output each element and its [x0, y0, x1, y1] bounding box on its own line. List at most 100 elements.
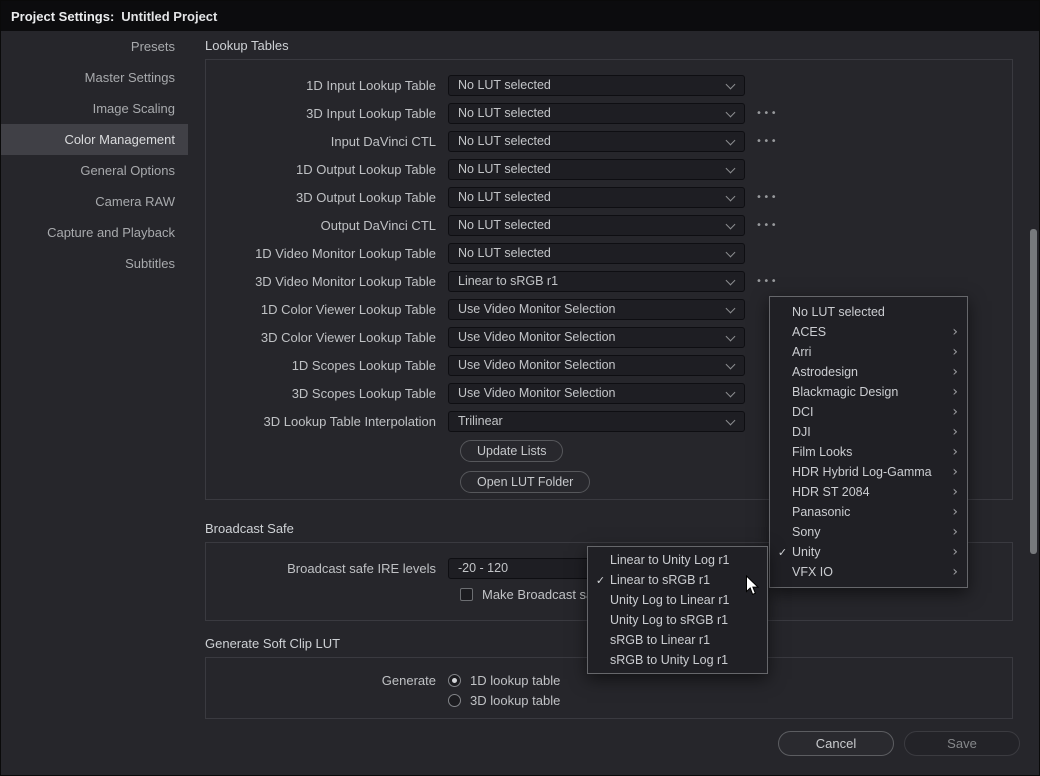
lut-submenu-item[interactable]: ✓ Linear to sRGB r1 [588, 570, 767, 590]
lut-menu-item[interactable]: ✓ Panasonic › [770, 502, 967, 522]
lut-menu-item-label: VFX IO [792, 565, 952, 579]
more-options-icon[interactable]: ••• [756, 136, 778, 147]
lut-context-menu: ✓ No LUT selected › ✓ ACES › ✓ Arri › ✓ … [769, 296, 968, 588]
more-options-icon[interactable]: ••• [756, 276, 778, 287]
sidebar-item[interactable]: Camera RAW [1, 186, 188, 217]
more-options-icon[interactable]: ••• [756, 220, 778, 231]
lut-select[interactable]: No LUT selected [448, 103, 745, 124]
sidebar-item[interactable]: General Options [1, 155, 188, 186]
lut-row: 3D Output Lookup Table No LUT selected •… [206, 183, 1012, 211]
chevron-down-icon [726, 305, 735, 314]
chevron-down-icon [726, 249, 735, 258]
lut-menu-item-label: Unity [792, 545, 952, 559]
lut-select[interactable]: Trilinear [448, 411, 745, 432]
section-title-generate-soft-clip-lut: Generate Soft Clip LUT [205, 636, 340, 651]
lut-row-label: 1D Input Lookup Table [206, 78, 448, 93]
lut-submenu: ✓ Linear to Unity Log r1 ✓ Linear to sRG… [587, 546, 768, 674]
radio-option[interactable]: 1D lookup table [448, 673, 560, 688]
make-broadcast-safe-label: Make Broadcast safe [482, 587, 604, 602]
open-lut-folder-button[interactable]: Open LUT Folder [460, 471, 590, 493]
lut-menu-item-label: Sony [792, 525, 952, 539]
sidebar-item[interactable]: Capture and Playback [1, 217, 188, 248]
lut-submenu-item-label: Linear to sRGB r1 [610, 573, 767, 587]
lut-row-label: 1D Video Monitor Lookup Table [206, 246, 448, 261]
lut-submenu-item[interactable]: ✓ Unity Log to sRGB r1 [588, 610, 767, 630]
radio-option[interactable]: 3D lookup table [448, 693, 560, 708]
chevron-right-icon: › [952, 445, 958, 459]
lut-submenu-item[interactable]: ✓ Linear to Unity Log r1 [588, 550, 767, 570]
chevron-down-icon [726, 389, 735, 398]
settings-sidebar: Presets Master Settings Image Scaling Co… [1, 31, 188, 775]
lut-select-value: Trilinear [458, 414, 726, 428]
window-title: Project Settings: [11, 9, 114, 24]
lut-select[interactable]: No LUT selected [448, 243, 745, 264]
lut-menu-item-label: HDR ST 2084 [792, 485, 952, 499]
lut-menu-item[interactable]: ✓ ACES › [770, 322, 967, 342]
chevron-down-icon [726, 193, 735, 202]
chevron-right-icon: › [952, 465, 958, 479]
lut-select[interactable]: Use Video Monitor Selection [448, 383, 745, 404]
make-broadcast-safe-checkbox[interactable] [460, 588, 473, 601]
lut-menu-item[interactable]: ✓ Sony › [770, 522, 967, 542]
sidebar-item-label: Camera RAW [95, 194, 175, 209]
lut-select-value: No LUT selected [458, 78, 726, 92]
check-icon: ✓ [775, 546, 790, 559]
lut-row-label: 3D Lookup Table Interpolation [206, 414, 448, 429]
update-lists-button[interactable]: Update Lists [460, 440, 563, 462]
sidebar-item-label: Subtitles [125, 256, 175, 271]
lut-menu-item[interactable]: ✓ Film Looks › [770, 442, 967, 462]
chevron-down-icon [726, 165, 735, 174]
lut-select[interactable]: Use Video Monitor Selection [448, 299, 745, 320]
lut-select[interactable]: No LUT selected [448, 187, 745, 208]
lut-menu-item[interactable]: ✓ HDR Hybrid Log-Gamma › [770, 462, 967, 482]
lut-menu-item[interactable]: ✓ DJI › [770, 422, 967, 442]
lut-select[interactable]: Linear to sRGB r1 [448, 271, 745, 292]
chevron-right-icon: › [952, 345, 958, 359]
lut-menu-item[interactable]: ✓ Blackmagic Design › [770, 382, 967, 402]
lut-menu-item[interactable]: ✓ Unity › [770, 542, 967, 562]
sidebar-item[interactable]: Color Management [1, 124, 188, 155]
lut-select[interactable]: No LUT selected [448, 159, 745, 180]
chevron-down-icon [726, 361, 735, 370]
lut-select[interactable]: Use Video Monitor Selection [448, 327, 745, 348]
lut-select[interactable]: No LUT selected [448, 75, 745, 96]
lut-select[interactable]: No LUT selected [448, 131, 745, 152]
lut-menu-item[interactable]: ✓ HDR ST 2084 › [770, 482, 967, 502]
lut-select-value: Linear to sRGB r1 [458, 274, 726, 288]
scrollbar[interactable] [1030, 229, 1037, 554]
generate-label: Generate [206, 673, 448, 688]
title-bar: Project Settings: Untitled Project [1, 1, 1039, 31]
lut-row: 3D Input Lookup Table No LUT selected ••… [206, 99, 1012, 127]
save-button[interactable]: Save [904, 731, 1020, 756]
chevron-down-icon [726, 109, 735, 118]
check-icon: ✓ [593, 574, 608, 587]
lut-select[interactable]: Use Video Monitor Selection [448, 355, 745, 376]
lut-row: 1D Input Lookup Table No LUT selected ••… [206, 71, 1012, 99]
lut-submenu-item[interactable]: ✓ Unity Log to Linear r1 [588, 590, 767, 610]
lut-row: Input DaVinci CTL No LUT selected ••• [206, 127, 1012, 155]
chevron-right-icon: › [952, 425, 958, 439]
sidebar-item[interactable]: Presets [1, 31, 188, 62]
lut-menu-item[interactable]: ✓ Arri › [770, 342, 967, 362]
lut-menu-item[interactable]: ✓ DCI › [770, 402, 967, 422]
lut-select-value: No LUT selected [458, 134, 726, 148]
sidebar-item-label: Capture and Playback [47, 225, 175, 240]
lut-menu-item[interactable]: ✓ VFX IO › [770, 562, 967, 582]
lut-submenu-item-label: sRGB to Linear r1 [610, 633, 767, 647]
chevron-right-icon: › [952, 565, 958, 579]
cancel-button[interactable]: Cancel [778, 731, 894, 756]
lut-menu-item[interactable]: ✓ Astrodesign › [770, 362, 967, 382]
chevron-right-icon: › [952, 365, 958, 379]
chevron-right-icon: › [952, 485, 958, 499]
sidebar-item[interactable]: Subtitles [1, 248, 188, 279]
lut-row: Output DaVinci CTL No LUT selected ••• [206, 211, 1012, 239]
more-options-icon[interactable]: ••• [756, 108, 778, 119]
lut-select[interactable]: No LUT selected [448, 215, 745, 236]
lut-menu-item[interactable]: ✓ No LUT selected › [770, 302, 967, 322]
lut-submenu-item-label: sRGB to Unity Log r1 [610, 653, 767, 667]
lut-submenu-item[interactable]: ✓ sRGB to Unity Log r1 [588, 650, 767, 670]
lut-submenu-item[interactable]: ✓ sRGB to Linear r1 [588, 630, 767, 650]
sidebar-item[interactable]: Master Settings [1, 62, 188, 93]
more-options-icon[interactable]: ••• [756, 192, 778, 203]
sidebar-item[interactable]: Image Scaling [1, 93, 188, 124]
